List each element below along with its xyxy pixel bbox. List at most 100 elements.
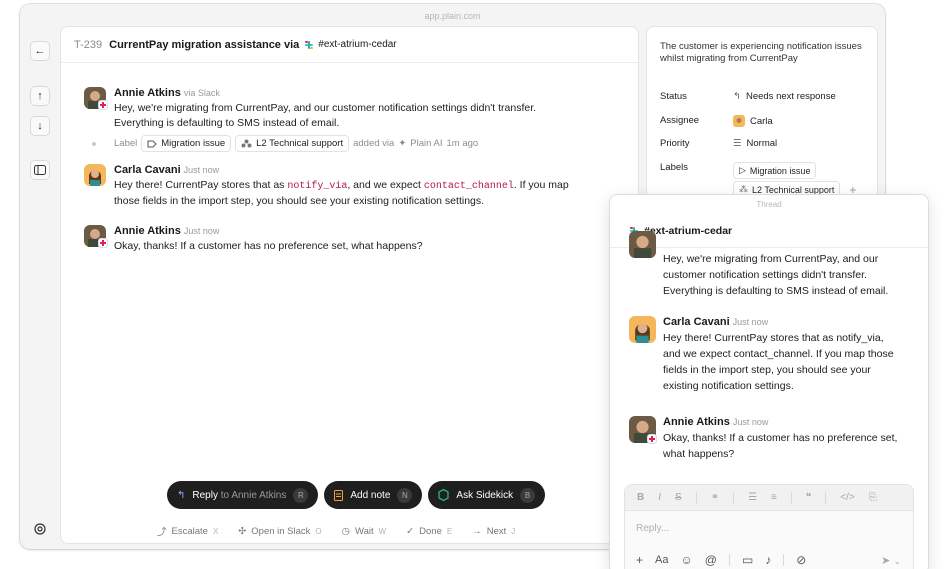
next-ticket-button[interactable]: → Next J	[472, 524, 515, 538]
done-button[interactable]: ✓ Done E	[406, 524, 452, 538]
quote-button[interactable]: ❝	[806, 492, 811, 503]
send-button[interactable]: ➤ ⌄	[881, 554, 901, 567]
reply-input[interactable]: Reply...	[636, 523, 669, 534]
assignee-row[interactable]: Assignee Carla	[660, 115, 773, 127]
agent-name: Plain AI	[410, 138, 443, 149]
composer-tools: + Aa ☺ @ ▭ ♪ ⊘	[636, 553, 806, 567]
side-label-migration[interactable]: ▷ Migration issue	[733, 162, 817, 179]
italic-button[interactable]: I	[658, 492, 661, 503]
action-bar: ↰ Reply to Annie Atkins R Add note N Ask…	[167, 481, 546, 509]
message-text: Hey, we're migrating from CurrentPay, an…	[114, 102, 537, 129]
bullet-list-button[interactable]: ☰	[748, 492, 757, 503]
code-notify-via: notify_via	[287, 181, 348, 192]
message-author: Annie Atkins	[114, 87, 181, 99]
labels-row: Labels ▷ Migration issue	[660, 162, 817, 179]
toggle-sidebar-button[interactable]	[30, 160, 50, 180]
back-button[interactable]: ←	[30, 41, 50, 61]
priority-row[interactable]: Priority ☰ Normal	[660, 138, 777, 149]
avatar-annie	[629, 231, 656, 258]
status-icon: ↰	[733, 91, 741, 102]
help-button[interactable]	[30, 519, 50, 539]
priority-value: Normal	[746, 138, 778, 149]
status-row[interactable]: Status ↰ Needs next response	[660, 91, 836, 102]
message-time: Just now	[183, 165, 220, 175]
clock-icon: ◷	[341, 525, 350, 537]
emoji-icon[interactable]: ☺	[680, 553, 692, 567]
ticket-id: T-239	[74, 38, 103, 51]
channel-name: #ext-atrium-cedar	[318, 39, 397, 50]
link-button[interactable]: ⚭	[711, 492, 719, 503]
added-via-text: added via	[353, 138, 395, 149]
reply-composer: B I S ⚭ ☰ ≡ ❝ </> ⎘ Reply... + Aa ☺ @ ▭ …	[624, 484, 914, 569]
mention-icon[interactable]: @	[705, 553, 717, 567]
message-time: Just now	[183, 226, 220, 236]
add-note-button[interactable]: Add note N	[324, 481, 423, 509]
label-event: Label Migration issue L2 Technical suppo…	[84, 135, 478, 152]
assignee-value: Carla	[750, 115, 773, 127]
label-prefix: Label	[114, 138, 138, 149]
strikethrough-button[interactable]: S	[675, 492, 682, 503]
code-button[interactable]: </>	[840, 492, 854, 503]
avatar-carla-small	[733, 115, 745, 127]
microphone-icon[interactable]: ♪	[765, 553, 771, 567]
previous-button[interactable]: ↑	[30, 86, 50, 106]
sidebar-icon	[34, 165, 46, 175]
code-contact-channel: contact_channel	[423, 181, 514, 192]
chevron-down-icon: ⌄	[893, 556, 901, 566]
reply-button[interactable]: ↰ Reply to Annie Atkins R	[167, 481, 319, 509]
note-icon	[334, 489, 344, 501]
numbered-list-button[interactable]: ≡	[771, 492, 777, 503]
send-icon: ➤	[881, 555, 891, 567]
slack-badge-icon	[98, 100, 108, 110]
format-toolbar: B I S ⚭ ☰ ≡ ❝ </> ⎘	[625, 485, 913, 511]
open-in-slack-button[interactable]: ✣ Open in Slack O	[238, 524, 321, 538]
status-value: Needs next response	[745, 91, 836, 102]
tag-icon: ▷	[739, 165, 746, 175]
thread-message-text: Hey there! CurrentPay stores that as not…	[663, 332, 894, 392]
message-source: via Slack	[183, 88, 220, 98]
ask-sidekick-button[interactable]: Ask Sidekick B	[428, 481, 546, 509]
thread-panel: Thread #ext-atrium-cedar Hey, we're migr…	[609, 194, 929, 569]
thread-message-text: Okay, thanks! If a customer has no prefe…	[663, 432, 898, 460]
thread-message-text: Hey, we're migrating from CurrentPay, an…	[663, 253, 889, 297]
ticket-summary: The customer is experiencing notificatio…	[660, 41, 862, 64]
label-chip-migration[interactable]: Migration issue	[141, 135, 232, 152]
plus-icon[interactable]: +	[636, 553, 643, 567]
ticket-title: CurrentPay migration assistance via	[109, 38, 300, 51]
sidekick-icon	[438, 489, 450, 501]
tag-icon	[147, 140, 157, 147]
escalate-button[interactable]: ⤴ Escalate X	[157, 524, 218, 539]
timeline-dot	[92, 141, 96, 146]
video-icon[interactable]: ▭	[742, 553, 753, 567]
priority-icon: ☰	[733, 138, 742, 149]
arrow-down-icon: ↓	[37, 120, 43, 132]
lifebuoy-icon	[34, 523, 46, 535]
slash-command-icon[interactable]: ⊘	[796, 553, 806, 567]
next-button[interactable]: ↓	[30, 116, 50, 136]
label-chip-support[interactable]: L2 Technical support	[235, 135, 350, 152]
bold-button[interactable]: B	[637, 492, 644, 503]
shortcut-key: R	[293, 487, 309, 503]
avatar-carla	[84, 164, 106, 186]
channel-link[interactable]: #ext-atrium-cedar	[304, 39, 397, 50]
bottom-actions: ⤴ Escalate X ✣ Open in Slack O ◷ Wait W ✓ Done E…	[157, 524, 515, 539]
reply-icon: ↰	[177, 489, 186, 501]
arrow-up-icon: ↑	[37, 90, 43, 102]
slack-badge-icon	[647, 434, 657, 444]
team-icon	[241, 139, 252, 148]
arrow-left-icon: ←	[34, 45, 46, 57]
code-block-button[interactable]: ⎘	[869, 492, 877, 503]
shortcut-key: N	[397, 487, 413, 503]
message-author: Annie Atkins	[114, 225, 181, 237]
slack-icon	[305, 40, 314, 49]
message-text: Okay, thanks! If a customer has no prefe…	[114, 240, 423, 252]
ticket-header: T-239 CurrentPay migration assistance vi…	[61, 27, 638, 63]
message-text: Hey there! CurrentPay stores that as not…	[114, 179, 569, 207]
thread-header: #ext-atrium-cedar	[610, 214, 928, 248]
text-format-icon[interactable]: Aa	[655, 554, 668, 566]
wait-button[interactable]: ◷ Wait W	[342, 524, 387, 538]
label-time: 1m ago	[446, 138, 479, 149]
slack-icon: ✣	[238, 525, 247, 537]
shortcut-key: B	[520, 487, 536, 503]
message-author: Carla Cavani	[114, 164, 181, 176]
